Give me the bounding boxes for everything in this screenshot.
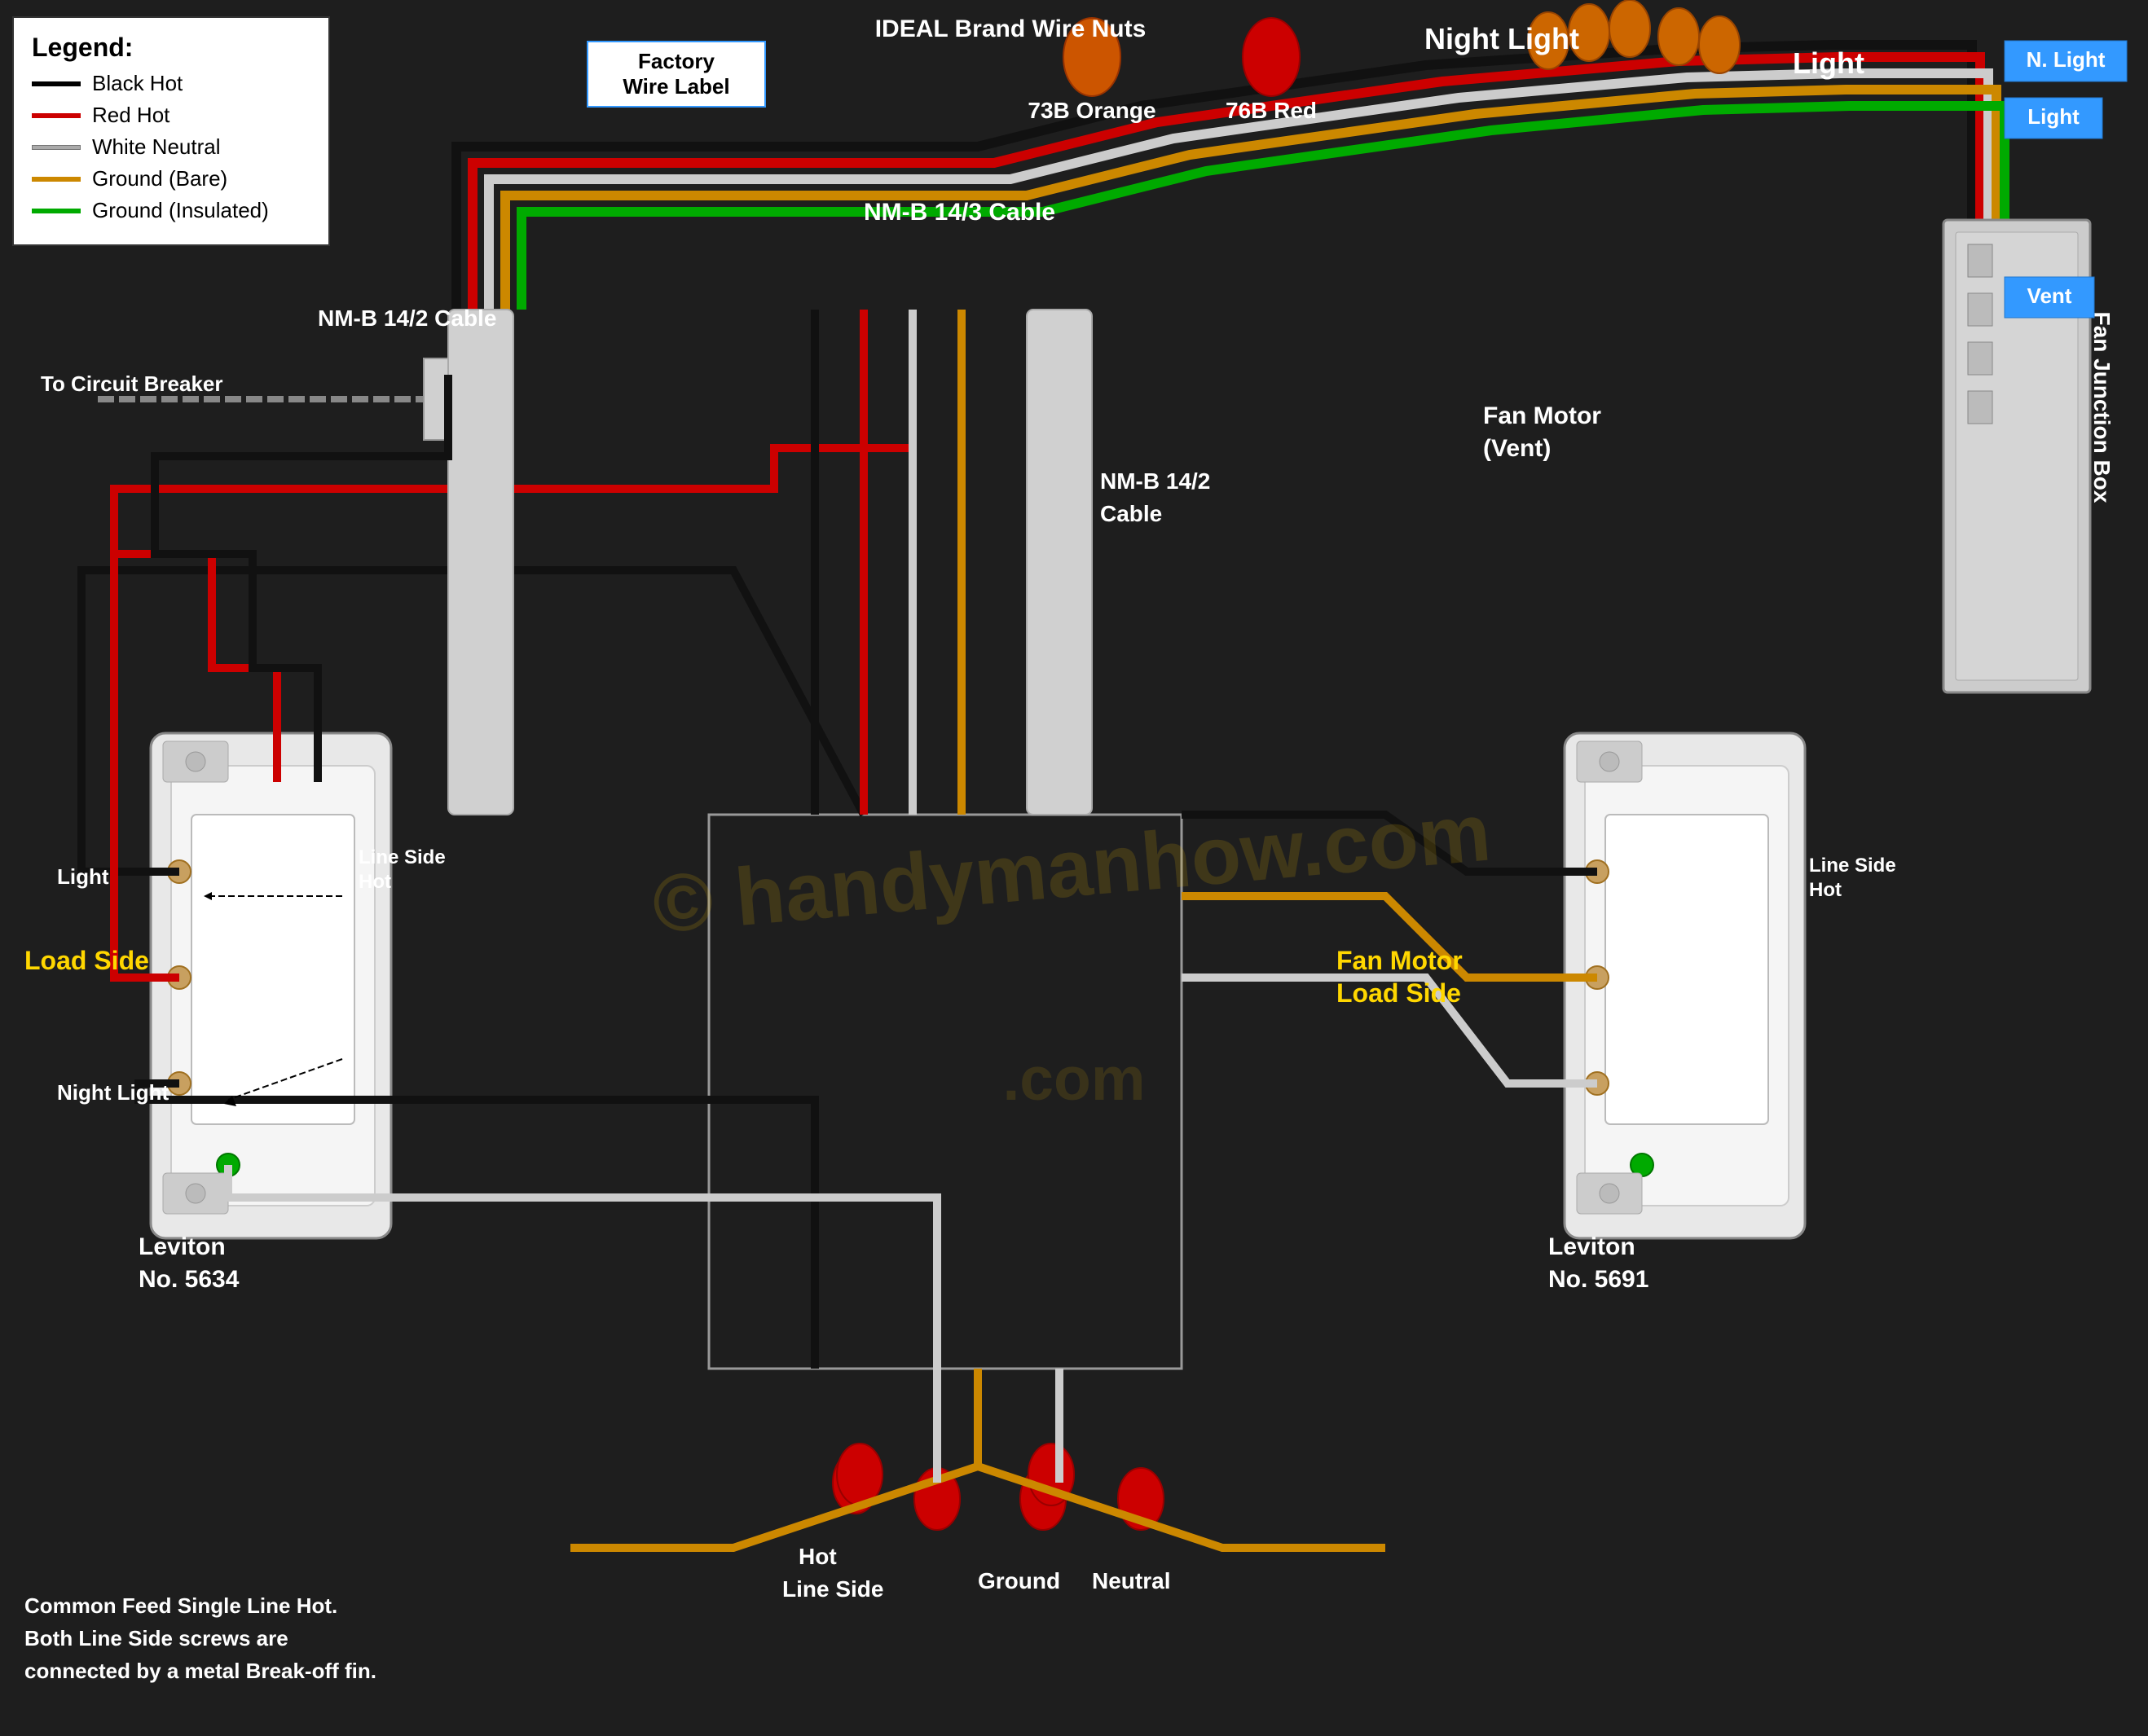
legend-item-white: White Neutral [32,134,310,160]
svg-text:Hot: Hot [1809,879,1842,901]
svg-text:Vent: Vent [2027,283,2072,308]
svg-text:Leviton: Leviton [1548,1233,1635,1260]
svg-text:Line Side: Line Side [359,846,446,868]
svg-text:Cable: Cable [1100,501,1162,526]
svg-text:NM-B 14/3 Cable: NM-B 14/3 Cable [864,199,1055,226]
svg-text:Hot: Hot [359,871,391,893]
svg-text:Light: Light [2027,104,2080,129]
legend-label-black: Black Hot [92,71,183,96]
svg-text:NM-B 14/2: NM-B 14/2 [1100,468,1210,494]
svg-text:Light: Light [57,864,109,889]
svg-text:N. Light: N. Light [2027,47,2106,72]
legend-item-black: Black Hot [32,71,310,96]
svg-text:(Vent): (Vent) [1483,435,1551,462]
svg-text:Ground: Ground [978,1568,1060,1593]
svg-text:.com: .com [1002,1044,1145,1113]
svg-text:Fan Junction Box: Fan Junction Box [2089,312,2115,503]
svg-text:Common Feed Single Line Hot.: Common Feed Single Line Hot. [24,1593,337,1618]
svg-text:No. 5691: No. 5691 [1548,1266,1648,1293]
svg-text:Load Side: Load Side [24,946,149,975]
legend-label-brown: Ground (Bare) [92,166,227,191]
legend-label-white: White Neutral [92,134,221,160]
svg-text:Hot: Hot [799,1544,837,1569]
legend-item-green: Ground (Insulated) [32,198,310,223]
legend-line-black [32,81,81,86]
legend-line-green [32,209,81,213]
svg-text:76B Red: 76B Red [1226,98,1317,123]
svg-text:Leviton: Leviton [139,1233,226,1260]
svg-text:Light: Light [1793,46,1864,80]
wiring-diagram-svg: Fan Junction Box [0,0,2148,1736]
svg-text:Fan Motor: Fan Motor [1483,402,1601,429]
svg-text:Load Side: Load Side [1336,978,1461,1008]
svg-text:Line Side: Line Side [1809,855,1896,877]
svg-text:Night Light: Night Light [1424,22,1579,55]
svg-text:Fan Motor: Fan Motor [1336,946,1463,975]
legend-title: Legend: [32,33,310,63]
factory-wire-label-box: Factory Wire Label [587,41,766,108]
legend-line-white [32,145,81,150]
svg-text:Night Light: Night Light [57,1080,169,1105]
svg-text:Line Side: Line Side [782,1576,883,1602]
svg-text:IDEAL Brand Wire Nuts: IDEAL Brand Wire Nuts [875,15,1147,42]
legend-line-red [32,113,81,118]
legend-label-green: Ground (Insulated) [92,198,269,223]
diagram-container: Fan Junction Box [0,0,2148,1736]
legend-box: Legend: Black Hot Red Hot White Neutral … [12,16,330,246]
svg-text:To Circuit Breaker: To Circuit Breaker [41,371,222,396]
legend-label-red: Red Hot [92,103,169,128]
svg-text:No. 5634: No. 5634 [139,1266,240,1293]
svg-text:73B Orange: 73B Orange [1028,98,1155,123]
svg-text:Neutral: Neutral [1092,1568,1170,1593]
legend-item-red: Red Hot [32,103,310,128]
legend-item-brown: Ground (Bare) [32,166,310,191]
legend-line-brown [32,177,81,182]
factory-label-line1: Factory [598,49,755,74]
svg-text:Both Line Side screws are: Both Line Side screws are [24,1626,288,1650]
svg-text:NM-B 14/2 Cable: NM-B 14/2 Cable [318,305,496,331]
svg-text:connected by a metal Break-off: connected by a metal Break-off fin. [24,1659,376,1683]
factory-label-line2: Wire Label [598,74,755,99]
